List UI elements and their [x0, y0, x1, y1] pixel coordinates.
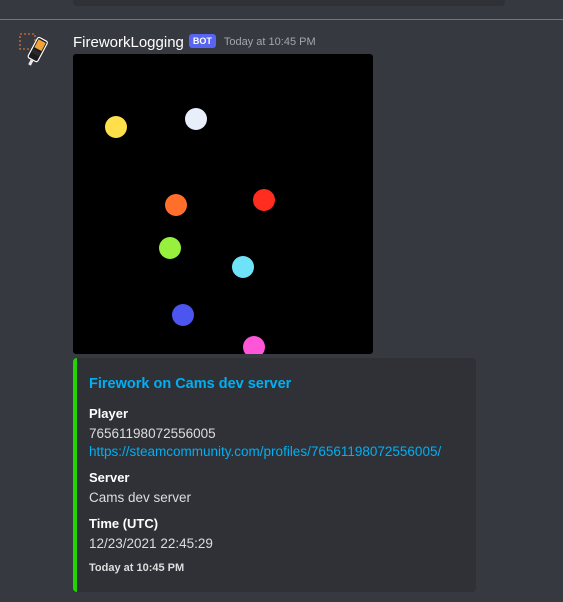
firework-particle-yellow	[105, 116, 127, 138]
field-time-name: Time (UTC)	[89, 516, 159, 531]
avatar[interactable]	[16, 30, 56, 70]
embed-title[interactable]: Firework on Cams dev server	[89, 376, 291, 392]
firework-particle-green	[159, 237, 181, 259]
username[interactable]: FireworkLogging	[73, 34, 184, 51]
embed-footer-timestamp: Today at 10:45 PM	[89, 562, 185, 574]
field-time-value: 12/23/2021 22:45:29	[89, 536, 213, 551]
message-header: FireworkLogging BOT Today at 10:45 PM	[73, 32, 316, 52]
firework-rocket-icon	[19, 33, 48, 66]
firework-particle-white	[185, 108, 207, 130]
field-server-name: Server	[89, 470, 130, 485]
firework-particle-blue	[172, 304, 194, 326]
player-profile-link[interactable]: https://steamcommunity.com/profiles/7656…	[89, 444, 441, 459]
message-timestamp[interactable]: Today at 10:45 PM	[224, 36, 316, 48]
new-messages-divider	[0, 19, 563, 20]
firework-image-attachment[interactable]	[73, 54, 373, 354]
field-server-value: Cams dev server	[89, 490, 192, 505]
firework-image	[105, 108, 275, 354]
firework-particle-cyan	[232, 256, 254, 278]
firework-particle-red	[253, 189, 275, 211]
firework-particle-pink	[243, 336, 265, 354]
firework-particle-orange	[165, 194, 187, 216]
field-player-value: 76561198072556005	[89, 426, 216, 441]
field-player-name: Player	[89, 406, 129, 421]
embed: Firework on Cams dev server Player 76561…	[73, 358, 476, 592]
bot-tag: BOT	[188, 34, 216, 48]
previous-embed-edge	[73, 0, 505, 6]
